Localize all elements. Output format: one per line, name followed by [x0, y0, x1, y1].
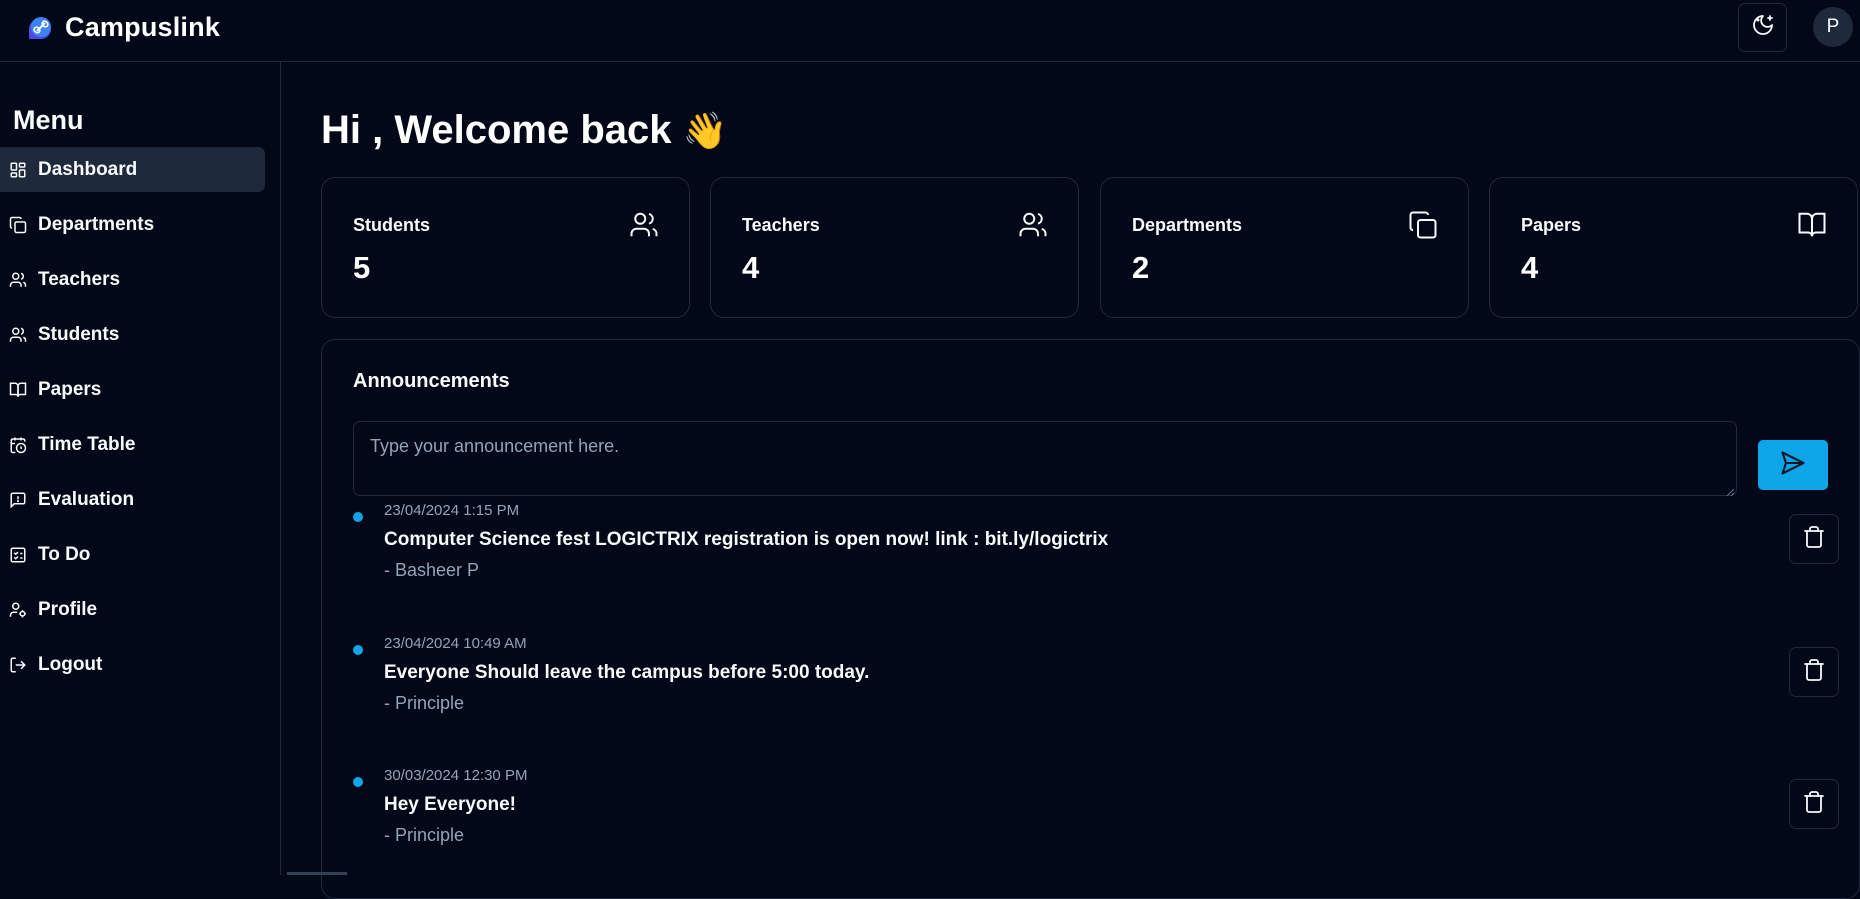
- announcement-author: - Principle: [384, 825, 465, 845]
- announcement-item: 23/04/2024 10:49 AM Everyone Should leav…: [353, 635, 1839, 745]
- announcements-panel: Announcements 23/04/2024 1:15 PM Compute…: [321, 339, 1860, 899]
- announcement-text: Computer Science fest LOGICTRIX registra…: [384, 529, 1109, 550]
- dashboard-icon: [8, 160, 28, 180]
- stat-card-teachers: Teachers 4: [710, 177, 1079, 318]
- send-announcement-button[interactable]: [1758, 440, 1828, 490]
- sidebar-item-label: Dashboard: [38, 158, 138, 180]
- stat-label: Teachers: [742, 215, 820, 235]
- delete-announcement-button[interactable]: [1789, 514, 1839, 564]
- stat-card-departments: Departments 2: [1100, 177, 1469, 318]
- user-avatar[interactable]: P: [1813, 7, 1853, 47]
- stat-label: Departments: [1132, 215, 1243, 235]
- sidebar-item-label: Logout: [38, 653, 103, 675]
- stat-value: 5: [353, 250, 371, 285]
- announcement-time: 23/04/2024 1:15 PM: [384, 502, 520, 519]
- sidebar-item-label: Departments: [38, 213, 155, 235]
- resize-handle-icon[interactable]: [1725, 484, 1735, 497]
- sidebar-item-label: Papers: [38, 378, 102, 400]
- book-open-icon: [8, 380, 28, 400]
- sidebar-item-evaluation[interactable]: Evaluation: [0, 477, 265, 522]
- message-square-icon: [8, 490, 28, 510]
- announcements-title: Announcements: [353, 370, 510, 392]
- bullet-dot: [353, 645, 363, 655]
- book-open-icon: [1797, 210, 1827, 240]
- user-cog-icon: [8, 600, 28, 620]
- waving-hand-emoji: 👋: [682, 110, 728, 151]
- sidebar-item-label: Students: [38, 323, 120, 345]
- sidebar-item-label: To Do: [38, 543, 91, 565]
- delete-announcement-button[interactable]: [1789, 647, 1839, 697]
- campuslink-logo-icon: [25, 13, 55, 43]
- sidebar-nav: Dashboard Departments Teachers Students …: [0, 147, 265, 697]
- page-title: Hi , Welcome back 👋: [321, 108, 727, 153]
- moon-stars-icon: [1751, 13, 1775, 42]
- stat-value: 4: [742, 250, 760, 285]
- sidebar-item-logout[interactable]: Logout: [0, 642, 265, 687]
- bullet-dot: [353, 777, 363, 787]
- greeting-text: Hi , Welcome back: [321, 108, 672, 152]
- sidebar-item-to-do[interactable]: To Do: [0, 532, 265, 577]
- announcement-input[interactable]: [353, 421, 1737, 496]
- sidebar-item-teachers[interactable]: Teachers: [0, 257, 265, 302]
- sidebar-item-departments[interactable]: Departments: [0, 202, 265, 247]
- trash-icon: [1802, 658, 1826, 687]
- sidebar-item-label: Time Table: [38, 433, 136, 455]
- announcement-author: - Basheer P: [384, 560, 480, 580]
- logout-icon: [8, 655, 28, 675]
- app-name: Campuslink: [65, 12, 221, 42]
- main-content: Hi , Welcome back 👋 Students 5 Teachers …: [281, 62, 1860, 899]
- sidebar-item-time-table[interactable]: Time Table: [0, 422, 265, 467]
- trash-icon: [1802, 790, 1826, 819]
- sidebar-item-label: Profile: [38, 598, 98, 620]
- theme-toggle-button[interactable]: [1738, 3, 1787, 52]
- stat-label: Students: [353, 215, 431, 235]
- announcement-time: 30/03/2024 12:30 PM: [384, 767, 528, 784]
- sidebar-item-dashboard[interactable]: Dashboard: [0, 147, 265, 192]
- announcement-time: 23/04/2024 10:49 AM: [384, 635, 527, 652]
- copy-icon: [8, 215, 28, 235]
- stat-value: 2: [1132, 250, 1150, 285]
- sidebar: Menu Dashboard Departments Teachers Stud…: [0, 62, 281, 875]
- sidebar-item-papers[interactable]: Papers: [0, 367, 265, 412]
- stat-label: Papers: [1521, 215, 1582, 235]
- sidebar-item-students[interactable]: Students: [0, 312, 265, 357]
- announcement-item: 23/04/2024 1:15 PM Computer Science fest…: [353, 502, 1839, 612]
- stat-card-papers: Papers 4: [1489, 177, 1858, 318]
- announcement-text: Hey Everyone!: [384, 794, 517, 815]
- top-bar: Campuslink P: [0, 0, 1860, 62]
- checklist-icon: [8, 545, 28, 565]
- announcement-author: - Principle: [384, 693, 465, 713]
- users-icon: [8, 270, 28, 290]
- brand[interactable]: Campuslink: [25, 12, 220, 43]
- sidebar-item-label: Evaluation: [38, 488, 135, 510]
- copy-icon: [1408, 210, 1438, 240]
- trash-icon: [1802, 525, 1826, 554]
- stat-card-students: Students 5: [321, 177, 690, 318]
- menu-title: Menu: [13, 105, 84, 135]
- users-icon: [629, 210, 659, 240]
- delete-announcement-button[interactable]: [1789, 779, 1839, 829]
- sidebar-item-profile[interactable]: Profile: [0, 587, 265, 632]
- stat-value: 4: [1521, 250, 1539, 285]
- calendar-clock-icon: [8, 435, 28, 455]
- send-icon: [1779, 449, 1807, 482]
- announcement-item: 30/03/2024 12:30 PM Hey Everyone! - Prin…: [353, 767, 1839, 877]
- announcement-text: Everyone Should leave the campus before …: [384, 662, 870, 683]
- users-icon: [8, 325, 28, 345]
- users-icon: [1018, 210, 1048, 240]
- sidebar-item-label: Teachers: [38, 268, 121, 290]
- bullet-dot: [353, 512, 363, 522]
